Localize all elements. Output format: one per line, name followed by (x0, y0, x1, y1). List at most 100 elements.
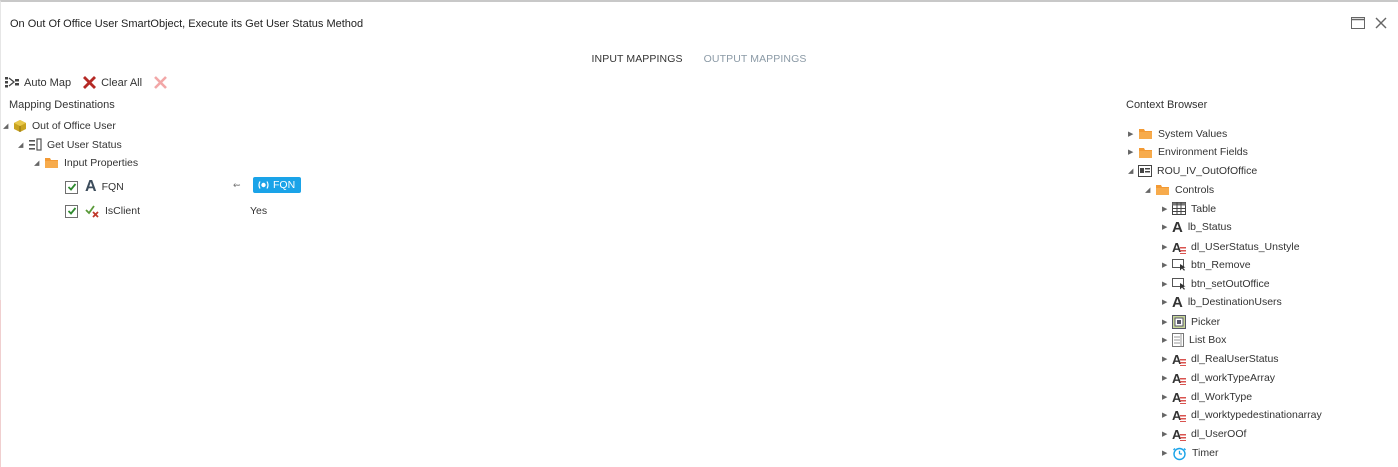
expand-arrow-icon[interactable]: ▶ (1162, 374, 1172, 382)
context-item-label: dl_UserOOf (1191, 428, 1247, 440)
method-label: Get User Status (47, 138, 122, 151)
expand-arrow-icon[interactable]: ▶ (1162, 355, 1172, 363)
collapse-arrow-icon[interactable]: ◢ (1128, 167, 1138, 175)
expand-arrow-icon[interactable]: ▶ (1162, 449, 1172, 457)
folder-icon (1138, 127, 1153, 140)
context-item-label: btn_Remove (1191, 258, 1251, 271)
dialog-title: On Out Of Office User SmartObject, Execu… (10, 18, 364, 30)
context-item[interactable]: ▶ Picker (1162, 314, 1221, 329)
context-item[interactable]: ▶ Adl_workTypeArray (1162, 371, 1275, 385)
context-item[interactable]: ▶ Alb_Status (1162, 218, 1232, 236)
context-item[interactable]: ▶ btn_Remove (1162, 258, 1251, 272)
context-item[interactable]: ▶ btn_setOutOffice (1162, 277, 1270, 290)
clear-all-label: Clear All (101, 76, 143, 89)
tree-node-method[interactable]: ◢ Get User Status (18, 138, 122, 151)
picker-icon (1172, 314, 1186, 329)
context-item[interactable]: ▶ Environment Fields (1128, 146, 1248, 159)
context-item[interactable]: ▶ System Values (1128, 127, 1227, 140)
folder-icon (44, 156, 59, 169)
left-edge-divider (0, 300, 1, 467)
isclient-property-label: IsClient (105, 205, 141, 217)
input-properties-label: Input Properties (64, 156, 139, 169)
tree-node-smartobject[interactable]: ◢ Out of Office User (3, 119, 116, 133)
smartobject-icon (13, 119, 27, 133)
context-item-label: Table (1191, 202, 1217, 215)
tab-input-mappings[interactable]: INPUT MAPPINGS (592, 53, 683, 65)
context-item[interactable]: ◢ ROU_IV_OutOfOffice (1128, 164, 1257, 177)
context-item[interactable]: ▶ Timer (1162, 446, 1218, 461)
collapse-arrow-icon[interactable]: ◢ (18, 141, 28, 149)
close-icon (1375, 17, 1387, 29)
expand-arrow-icon[interactable]: ▶ (1128, 148, 1138, 156)
context-item-label: lb_Status (1187, 221, 1232, 234)
context-item[interactable]: ▶ Adl_UserOOf (1162, 427, 1246, 441)
expand-arrow-icon[interactable]: ▶ (1162, 280, 1172, 288)
clear-all-icon (83, 76, 97, 89)
expand-arrow-icon[interactable]: ▶ (1162, 205, 1172, 213)
mapping-row-isclient: IsClient (65, 204, 140, 218)
expand-arrow-icon[interactable]: ▶ (1162, 336, 1172, 344)
timer-icon (1172, 446, 1187, 461)
context-item[interactable]: ▶ Table (1162, 202, 1216, 215)
context-item-label: Environment Fields (1158, 146, 1248, 159)
expand-arrow-icon[interactable]: ▶ (1128, 130, 1138, 138)
collapse-arrow-icon[interactable]: ◢ (34, 159, 44, 167)
context-item[interactable]: ▶ Alb_DestinationUsers (1162, 293, 1282, 311)
isclient-checkbox[interactable] (65, 204, 78, 218)
context-item[interactable]: ▶ Adl_WorkType (1162, 390, 1252, 404)
expand-arrow-icon[interactable]: ▶ (1162, 318, 1172, 326)
isclient-value[interactable]: Yes (250, 205, 267, 217)
expand-arrow-icon[interactable]: ▶ (1162, 298, 1172, 306)
fqn-mapped-value: FQN (273, 179, 296, 191)
clear-all-button[interactable]: Clear All (82, 75, 142, 90)
boolean-property-icon (85, 204, 100, 218)
collapse-arrow-icon[interactable]: ◢ (1145, 186, 1155, 194)
context-item[interactable]: ▶ Adl_worktypedestinationarray (1162, 408, 1322, 423)
label-icon: A (1172, 293, 1183, 311)
fqn-checkbox[interactable] (65, 180, 78, 194)
close-button[interactable] (1372, 14, 1390, 32)
checkmark-icon (67, 207, 76, 215)
fqn-property-label: FQN (101, 181, 124, 193)
mapping-tabs: INPUT MAPPINGS OUTPUT MAPPINGS (0, 53, 1398, 65)
tab-output-mappings[interactable]: OUTPUT MAPPINGS (704, 53, 807, 65)
context-item[interactable]: ▶ List Box (1162, 333, 1227, 348)
collapse-arrow-icon[interactable]: ◢ (3, 122, 13, 130)
datalabel-icon: A (1172, 352, 1186, 366)
label-icon: A (1172, 218, 1183, 236)
expand-arrow-icon[interactable]: ▶ (1162, 393, 1172, 401)
expand-arrow-icon[interactable]: ▶ (1162, 243, 1172, 251)
context-item[interactable]: ▶ Adl_USerStatus_Unstyle (1162, 240, 1300, 254)
context-item-label: dl_USerStatus_Unstyle (1191, 240, 1300, 253)
clear-selected-button[interactable] (153, 75, 172, 90)
auto-map-label: Auto Map (24, 76, 72, 89)
expand-arrow-icon[interactable]: ▶ (1162, 261, 1172, 269)
parameter-icon (258, 181, 269, 189)
context-item-label: lb_DestinationUsers (1187, 296, 1282, 309)
listbox-icon (1172, 333, 1184, 348)
folder-icon (1138, 146, 1153, 159)
tree-node-input-properties[interactable]: ◢ Input Properties (34, 156, 138, 169)
expand-arrow-icon[interactable]: ▶ (1162, 411, 1172, 419)
expand-arrow-icon[interactable]: ▶ (1162, 223, 1172, 231)
context-item-label: Picker (1191, 315, 1221, 328)
mapping-arrow-icon: ⇜ (233, 180, 241, 190)
checkmark-icon (67, 183, 76, 191)
context-item-label: Controls (1175, 183, 1215, 196)
view-icon (1138, 164, 1152, 177)
fqn-mapped-value-chip[interactable]: FQN (253, 177, 302, 193)
datalabel-icon: A (1172, 240, 1186, 254)
context-item[interactable]: ▶ Adl_RealUserStatus (1162, 352, 1279, 366)
expand-arrow-icon[interactable]: ▶ (1162, 430, 1172, 438)
context-item[interactable]: ◢ Controls (1145, 183, 1214, 196)
method-icon (28, 138, 42, 151)
context-browser-title: Context Browser (1126, 99, 1208, 111)
button-icon (1172, 277, 1186, 290)
context-item-label: dl_worktypedestinationarray (1191, 409, 1322, 422)
maximize-button[interactable] (1349, 14, 1367, 32)
button-icon (1172, 258, 1186, 272)
smartobject-label: Out of Office User (32, 120, 116, 132)
context-item-label: List Box (1189, 334, 1227, 347)
auto-map-button[interactable]: Auto Map (5, 76, 71, 89)
maximize-icon (1351, 17, 1365, 29)
